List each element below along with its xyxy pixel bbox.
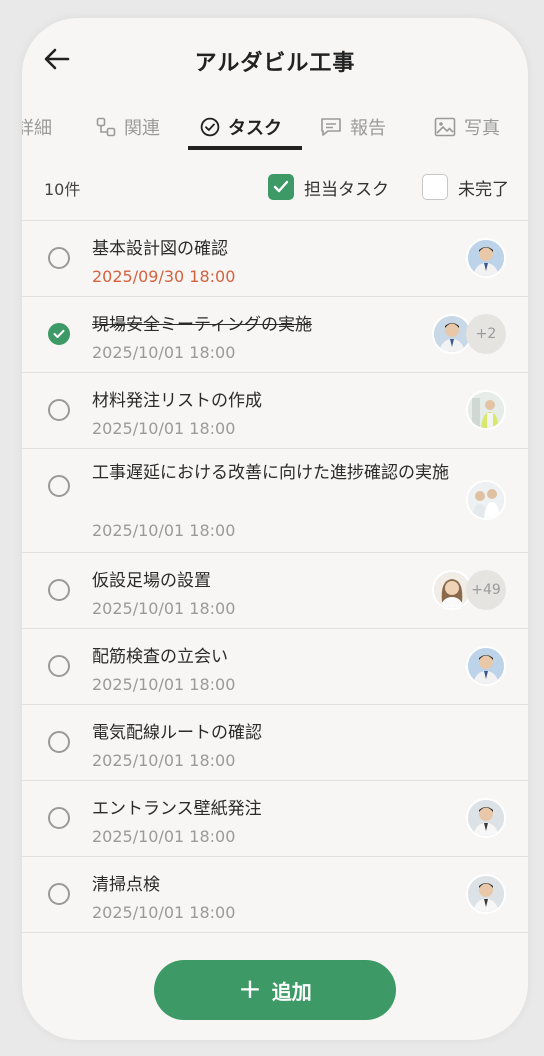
assignee-avatars <box>466 874 506 914</box>
task-due-date: 2025/10/01 18:00 <box>92 903 236 922</box>
tab-photos[interactable]: 写真 <box>434 100 500 154</box>
tab-label: 写真 <box>464 118 500 139</box>
incomplete-filter[interactable]: 未完了 <box>422 174 509 200</box>
task-row[interactable]: 清掃点検 2025/10/01 18:00 <box>22 857 528 933</box>
task-title: エントランス壁紙発注 <box>92 799 262 819</box>
avatar <box>466 646 506 686</box>
incomplete-checkbox[interactable] <box>422 174 448 200</box>
task-due-date: 2025/10/01 18:00 <box>92 419 236 438</box>
tab-details[interactable]: 詳細 <box>22 100 52 154</box>
task-title: 基本設計図の確認 <box>92 239 228 259</box>
task-row[interactable]: 工事遅延における改善に向けた進捗確認の実施 2025/10/01 18:00 <box>22 449 528 553</box>
task-complete-toggle[interactable] <box>48 807 70 829</box>
task-complete-toggle[interactable] <box>48 247 70 269</box>
add-button-label: 追加 <box>271 979 312 1004</box>
filter-bar: 10件 担当タスク 未完了 <box>22 154 528 221</box>
tab-label: 詳細 <box>22 118 52 139</box>
plus-icon: + <box>238 972 262 1005</box>
task-complete-toggle[interactable] <box>48 731 70 753</box>
arrow-left-icon <box>44 48 70 70</box>
tab-related[interactable]: 関連 <box>96 100 160 154</box>
avatar <box>466 390 506 430</box>
avatar <box>466 874 506 914</box>
task-due-date: 2025/10/01 18:00 <box>92 751 236 770</box>
task-row[interactable]: 材料発注リストの作成 2025/10/01 18:00 <box>22 373 528 449</box>
task-title: 現場安全ミーティングの実施 <box>92 315 312 335</box>
back-button[interactable] <box>40 42 74 76</box>
task-due-date: 2025/10/01 18:00 <box>92 675 236 694</box>
task-row[interactable]: 配筋検査の立会い 2025/10/01 18:00 <box>22 629 528 705</box>
check-circle-icon <box>200 117 220 137</box>
add-task-button[interactable]: + 追加 <box>154 960 396 1020</box>
assigned-label: 担当タスク <box>304 179 389 200</box>
task-due-date: 2025/10/01 18:00 <box>92 599 236 618</box>
more-assignees-badge: +2 <box>466 314 506 354</box>
task-row[interactable]: エントランス壁紙発注 2025/10/01 18:00 <box>22 781 528 857</box>
image-icon <box>434 117 456 137</box>
checkmark-icon <box>53 329 65 338</box>
task-title: 材料発注リストの作成 <box>92 391 262 411</box>
task-title: 電気配線ルートの確認 <box>92 723 262 743</box>
task-due-date: 2025/09/30 18:00 <box>92 267 236 286</box>
task-row[interactable]: 電気配線ルートの確認 2025/10/01 18:00 <box>22 705 528 781</box>
assignee-avatars <box>466 390 506 430</box>
task-due-date: 2025/10/01 18:00 <box>92 521 236 540</box>
task-complete-toggle[interactable] <box>48 579 70 601</box>
link-nodes-icon <box>96 117 116 137</box>
tab-label: 関連 <box>124 118 160 139</box>
task-due-date: 2025/10/01 18:00 <box>92 827 236 846</box>
page-title: アルダビル工事 <box>194 51 356 76</box>
assignee-avatars <box>466 238 506 278</box>
assigned-checkbox[interactable] <box>268 174 294 200</box>
task-title: 清掃点検 <box>92 875 160 895</box>
incomplete-label: 未完了 <box>458 179 509 200</box>
avatar <box>466 798 506 838</box>
task-title: 仮設足場の設置 <box>92 571 211 591</box>
task-title: 工事遅延における改善に向けた進捗確認の実施 <box>92 463 449 483</box>
task-due-date: 2025/10/01 18:00 <box>92 343 236 362</box>
task-complete-toggle[interactable] <box>48 655 70 677</box>
task-row[interactable]: 現場安全ミーティングの実施 2025/10/01 18:00 +2 <box>22 297 528 373</box>
tab-reports[interactable]: 報告 <box>320 100 386 154</box>
app-header: アルダビル工事 <box>22 18 528 100</box>
task-row[interactable]: 基本設計図の確認 2025/09/30 18:00 <box>22 221 528 297</box>
assignee-avatars: +2 <box>432 314 506 354</box>
checkmark-icon <box>273 180 289 193</box>
more-assignees-badge: +49 <box>466 570 506 610</box>
assignee-avatars <box>466 646 506 686</box>
task-count: 10件 <box>44 180 81 199</box>
avatar <box>466 480 506 520</box>
comment-icon <box>321 118 341 136</box>
avatar <box>466 238 506 278</box>
active-tab-indicator <box>188 146 302 150</box>
task-list: 基本設計図の確認 2025/09/30 18:00 現場安全ミーティングの実施 … <box>22 221 528 933</box>
task-complete-toggle[interactable] <box>48 399 70 421</box>
tab-label: 報告 <box>350 118 386 139</box>
assignee-avatars: +49 <box>432 570 506 610</box>
assignee-avatars <box>466 798 506 838</box>
tab-label: タスク <box>228 118 282 139</box>
task-title: 配筋検査の立会い <box>92 647 228 667</box>
task-complete-toggle[interactable] <box>48 323 70 345</box>
phone-screen: アルダビル工事 詳細 関連 タスク 報告 写真 10件 担当タスク 未完了 基本… <box>22 18 528 1040</box>
task-complete-toggle[interactable] <box>48 883 70 905</box>
task-row[interactable]: 仮設足場の設置 2025/10/01 18:00 +49 <box>22 553 528 629</box>
assigned-tasks-filter[interactable]: 担当タスク <box>268 174 389 200</box>
assignee-avatars <box>466 480 506 520</box>
task-complete-toggle[interactable] <box>48 475 70 497</box>
